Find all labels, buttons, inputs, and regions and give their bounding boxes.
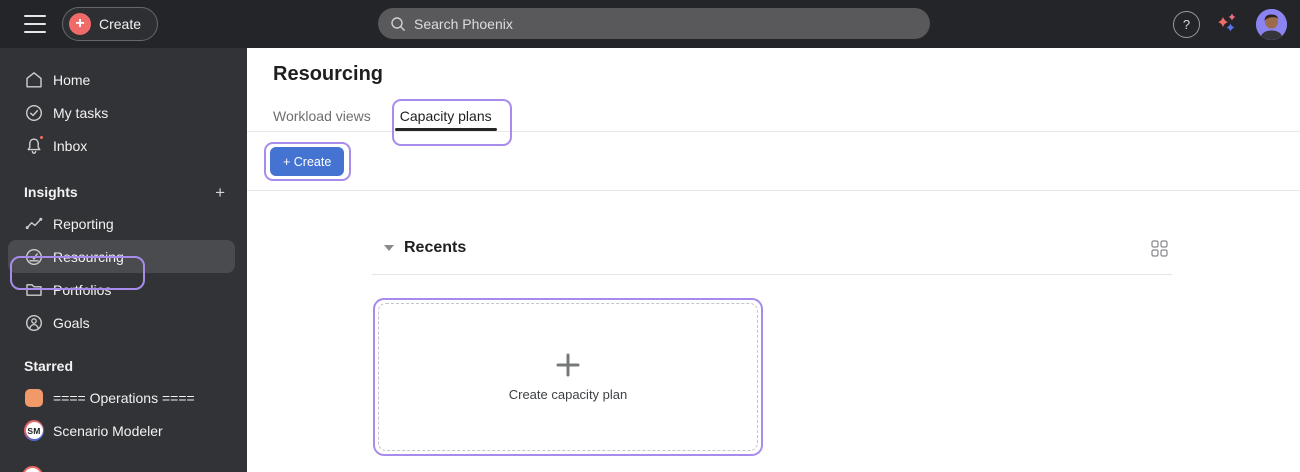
sidebar-item-label: Resourcing xyxy=(53,248,124,265)
topbar-right-group: ? xyxy=(1173,0,1287,48)
sidebar-item-goals[interactable]: Goals xyxy=(8,306,235,339)
bell-icon xyxy=(24,133,45,156)
recents-divider xyxy=(372,274,1172,275)
notification-badge xyxy=(38,133,45,141)
sidebar: Home My tasks Inbox Insights + Reporting… xyxy=(0,48,247,472)
app-window: + Create Search Phoenix ? Home My tasks … xyxy=(0,0,1300,472)
tabs-divider xyxy=(247,131,1300,132)
hamburger-menu-icon[interactable] xyxy=(24,15,46,33)
recents-label: Recents xyxy=(404,239,467,256)
search-icon xyxy=(391,16,405,31)
plus-icon: + xyxy=(69,13,91,35)
tab-bar: Workload views Capacity plans xyxy=(273,108,497,131)
sidebar-item-label: Home xyxy=(53,71,91,88)
search-input[interactable]: Search Phoenix xyxy=(378,8,930,39)
create-card-label: Create capacity plan xyxy=(508,387,628,402)
person-circle-icon xyxy=(24,313,44,333)
home-icon xyxy=(24,70,44,90)
sidebar-item-inbox[interactable]: Inbox xyxy=(8,129,235,162)
create-capacity-plan-card[interactable]: Create capacity plan xyxy=(378,303,758,451)
sm-initials: SM xyxy=(25,422,43,439)
recents-header: Recents xyxy=(372,237,1172,259)
sidebar-section-insights: Insights + xyxy=(0,177,247,207)
sidebar-item-label: Portfolios xyxy=(53,281,112,298)
topbar: + Create Search Phoenix ? xyxy=(0,0,1300,48)
sidebar-item-home[interactable]: Home xyxy=(8,63,235,96)
check-circle-icon xyxy=(24,103,44,123)
plus-icon xyxy=(556,353,580,377)
gauge-icon xyxy=(24,247,44,267)
sidebar-item-scenario-modeler[interactable]: SM Scenario Modeler xyxy=(8,414,235,447)
collapse-arrow-icon[interactable] xyxy=(384,245,394,251)
insights-section-label: Insights xyxy=(24,184,78,200)
create-capacity-plan-button[interactable]: + Create xyxy=(270,147,345,176)
sidebar-item-label: ==== Operations ==== xyxy=(53,389,195,406)
line-chart-icon xyxy=(24,214,44,234)
tab-capacity-plans[interactable]: Capacity plans xyxy=(394,108,497,131)
sm-avatar-icon: SM xyxy=(24,420,44,441)
topbar-create-button[interactable]: + Create xyxy=(62,7,159,41)
partial-starred-avatar xyxy=(22,466,43,472)
toolbar-divider xyxy=(247,190,1300,191)
folder-icon xyxy=(24,280,44,300)
sidebar-item-my-tasks[interactable]: My tasks xyxy=(8,96,235,129)
main-content: Resourcing Workload views Capacity plans… xyxy=(247,48,1300,472)
project-color-icon xyxy=(24,388,44,408)
help-button[interactable]: ? xyxy=(1173,10,1200,38)
recents-section: Recents xyxy=(372,237,1172,275)
tab-workload-views[interactable]: Workload views xyxy=(273,108,371,124)
question-mark-icon: ? xyxy=(1182,16,1191,32)
sidebar-item-operations[interactable]: ==== Operations ==== xyxy=(8,381,235,414)
sidebar-item-label: My tasks xyxy=(53,104,109,121)
starred-section-label: Starred xyxy=(24,358,74,374)
sidebar-item-reporting[interactable]: Reporting xyxy=(8,207,235,240)
sidebar-section-starred: Starred xyxy=(0,351,247,381)
sidebar-item-resourcing[interactable]: Resourcing xyxy=(8,240,235,273)
search-placeholder: Search Phoenix xyxy=(414,15,513,32)
topbar-create-label: Create xyxy=(99,16,142,32)
sidebar-item-label: Goals xyxy=(53,314,90,331)
user-avatar[interactable] xyxy=(1256,8,1287,40)
sidebar-item-label: Reporting xyxy=(53,215,114,232)
sidebar-item-portfolios[interactable]: Portfolios xyxy=(8,273,235,306)
grid-view-icon[interactable] xyxy=(1149,238,1169,258)
sidebar-item-label: Scenario Modeler xyxy=(53,422,163,439)
ai-sparkles-icon[interactable] xyxy=(1213,9,1243,39)
add-insight-button[interactable]: + xyxy=(215,184,225,201)
page-title: Resourcing xyxy=(273,63,384,85)
sidebar-item-label: Inbox xyxy=(53,137,88,154)
